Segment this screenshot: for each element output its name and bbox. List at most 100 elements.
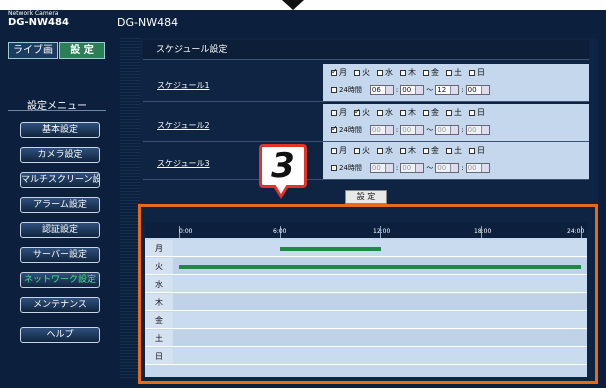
- checkbox-icon: [377, 147, 383, 154]
- separator: ～: [426, 86, 434, 94]
- checkbox-icon: [400, 147, 406, 154]
- start-minute-select[interactable]: 00: [400, 125, 425, 135]
- day-checkboxes: 月火水木 金土 日: [331, 145, 492, 156]
- day-label: 金: [431, 146, 439, 155]
- schedule-link[interactable]: スケジュール2: [157, 120, 210, 131]
- set-button[interactable]: 設 定: [345, 190, 387, 204]
- timeline-row: [173, 348, 587, 365]
- day-checkbox[interactable]: 月: [331, 107, 347, 118]
- day-checkbox[interactable]: 木: [400, 107, 416, 118]
- checkbox-icon: [354, 107, 361, 116]
- section-title: スケジュール設定: [143, 40, 589, 60]
- menu-button-5[interactable]: サーバー設定: [20, 247, 100, 263]
- day-checkbox[interactable]: 水: [377, 145, 393, 156]
- all-day-label: 24時間: [339, 126, 362, 134]
- callout-pointer-inner: [275, 184, 287, 194]
- end-hour-select[interactable]: 00: [435, 163, 460, 173]
- start-hour-select[interactable]: 06: [369, 85, 394, 95]
- menu-button-8[interactable]: ヘルプ: [20, 327, 100, 343]
- day-label: 日: [477, 68, 485, 77]
- day-label: 木: [408, 68, 416, 77]
- day-checkbox[interactable]: 月: [331, 67, 347, 78]
- down-arrow-icon: [282, 0, 304, 10]
- hour-label: 0:00: [179, 228, 193, 235]
- checkbox-icon: [377, 109, 383, 116]
- day-label: 月: [339, 108, 347, 117]
- day-label: 日: [477, 108, 485, 117]
- menu-button-3[interactable]: アラーム設定: [20, 197, 100, 213]
- menu-button-1[interactable]: カメラ設定: [20, 147, 100, 163]
- day-label: 土: [454, 108, 462, 117]
- day-checkbox[interactable]: 水: [377, 107, 393, 118]
- day-checkbox[interactable]: 日: [469, 107, 485, 118]
- day-label: 火: [362, 68, 370, 77]
- hour-label: 12:00: [373, 228, 391, 235]
- day-checkbox[interactable]: 月: [331, 145, 347, 156]
- day-label: 金: [431, 108, 439, 117]
- day-checkbox[interactable]: 木: [400, 145, 416, 156]
- day-checkbox[interactable]: 水: [377, 67, 393, 78]
- day-label: 月: [339, 68, 347, 77]
- schedule-link[interactable]: スケジュール3: [157, 158, 210, 169]
- separator: ～: [426, 126, 434, 134]
- checkbox-icon: [446, 147, 452, 154]
- end-minute-select[interactable]: 00: [465, 125, 490, 135]
- end-minute-select[interactable]: 00: [465, 163, 490, 173]
- checkbox-icon: [469, 69, 475, 76]
- all-day-label: 24時間: [339, 86, 362, 94]
- checkbox-icon: [423, 109, 429, 116]
- schedule-link[interactable]: スケジュール1: [157, 80, 210, 91]
- timeline-row: [173, 276, 587, 293]
- menu-button-0[interactable]: 基本設定: [20, 122, 100, 138]
- day-checkbox[interactable]: 日: [469, 67, 485, 78]
- day-checkbox[interactable]: 火: [354, 67, 370, 78]
- step-callout: 3: [259, 144, 307, 188]
- menu-divider: [8, 110, 106, 111]
- day-label: 日: [477, 146, 485, 155]
- day-checkbox[interactable]: 土: [446, 145, 462, 156]
- day-checkbox[interactable]: 土: [446, 107, 462, 118]
- day-checkbox[interactable]: 金: [423, 145, 439, 156]
- tab-live[interactable]: ライブ画: [8, 42, 58, 59]
- schedule-settings-box: 月火水木金土日24時間00:00～00:00: [323, 104, 589, 141]
- day-checkbox[interactable]: 金: [423, 107, 439, 118]
- day-checkbox[interactable]: 火: [354, 107, 370, 118]
- all-day-checkbox[interactable]: [331, 124, 338, 133]
- day-checkbox[interactable]: 土: [446, 67, 462, 78]
- checkbox-icon: [400, 69, 406, 76]
- menu-button-7[interactable]: メンテナンス: [20, 297, 100, 313]
- separator: :: [461, 86, 464, 94]
- end-hour-select[interactable]: 00: [435, 125, 460, 135]
- end-hour-select[interactable]: 12: [435, 85, 460, 95]
- start-minute-select[interactable]: 00: [400, 163, 425, 173]
- all-day-checkbox[interactable]: [331, 165, 337, 171]
- checkbox-icon: [446, 69, 452, 76]
- day-checkbox[interactable]: 日: [469, 145, 485, 156]
- day-label: 火: [362, 108, 370, 117]
- day-checkbox[interactable]: 木: [400, 67, 416, 78]
- start-hour-select[interactable]: 00: [369, 125, 394, 135]
- day-checkboxes: 月 火 水木 金 土 日: [331, 107, 492, 118]
- day-checkboxes: 月 火水 木金土 日: [331, 67, 492, 78]
- menu-button-6[interactable]: ネットワーク設定: [20, 272, 100, 288]
- separator: :: [395, 126, 399, 134]
- hour-label: 18:00: [474, 228, 492, 235]
- day-checkbox[interactable]: 火: [354, 145, 370, 156]
- timeline-day-label: 月: [145, 240, 173, 257]
- checkbox-icon: [377, 69, 383, 76]
- start-minute-select[interactable]: 00: [400, 85, 425, 95]
- start-hour-select[interactable]: 00: [369, 163, 394, 173]
- tab-setup[interactable]: 設 定: [59, 42, 105, 59]
- separator: :: [395, 86, 399, 94]
- menu-button-4[interactable]: 認証設定: [20, 222, 100, 238]
- checkbox-icon: [423, 147, 429, 154]
- separator: :: [395, 164, 399, 172]
- all-day-checkbox[interactable]: [331, 87, 337, 93]
- checkbox-icon: [331, 67, 338, 76]
- menu-button-2[interactable]: マルチスクリーン設定: [20, 172, 100, 188]
- end-minute-select[interactable]: 00: [465, 85, 490, 95]
- brand-model: DG-NW484: [8, 17, 69, 28]
- day-label: 水: [385, 108, 393, 117]
- day-checkbox[interactable]: 金: [423, 67, 439, 78]
- checkbox-icon: [331, 147, 337, 154]
